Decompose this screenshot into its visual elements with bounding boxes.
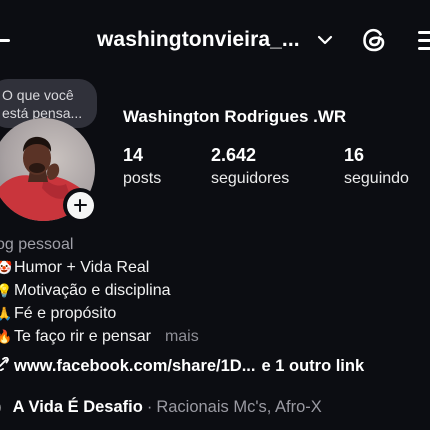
posts-count: 14 xyxy=(123,145,144,165)
bio-category: og pessoal xyxy=(0,236,74,253)
bio-line-text: Fé e propósito xyxy=(14,305,117,322)
following-count: 16 xyxy=(344,145,365,165)
bio-line: 🤡 Humor + Vida Real xyxy=(0,259,149,277)
profile-full-name: Washington Rodrigues .WR xyxy=(123,107,347,126)
lightbulb-emoji-icon: 💡 xyxy=(0,283,13,298)
plus-icon xyxy=(66,191,94,219)
bio-more-link[interactable]: mais xyxy=(165,328,199,345)
bio-line-text: Humor + Vida Real xyxy=(14,259,150,276)
stat-posts[interactable]: 14 posts xyxy=(123,145,161,188)
bio-line-text: Te faço rir e pensar xyxy=(14,328,151,345)
followers-count: 2.642 xyxy=(211,145,257,165)
bio-line-text: Motivação e disciplina xyxy=(14,282,171,299)
praying-hands-emoji-icon: 🙏 xyxy=(0,306,13,321)
bio-line: 🙏 Fé e propósito xyxy=(0,305,116,323)
fire-emoji-icon: 🔥 xyxy=(0,329,13,344)
profile-music-row[interactable]: ) A Vida É Desafio·Racionais Mc's, Afro-… xyxy=(0,398,322,417)
posts-label: posts xyxy=(123,170,162,187)
more-links-label[interactable]: e 1 outro link xyxy=(261,357,364,375)
followers-label: seguidores xyxy=(211,170,290,187)
link-url[interactable]: www.facebook.com/share/1D... xyxy=(14,357,255,375)
clown-emoji-icon: 🤡 xyxy=(0,260,13,275)
threads-icon[interactable] xyxy=(359,25,389,55)
back-arrow-icon[interactable] xyxy=(0,30,12,50)
profile-page: washingtonvieira_... O que você está pen… xyxy=(0,0,430,430)
add-story-button[interactable] xyxy=(63,188,97,222)
music-separator: · xyxy=(146,398,153,416)
profile-username[interactable]: washingtonvieira_... xyxy=(97,28,300,52)
link-icon xyxy=(0,357,9,371)
chevron-down-icon[interactable] xyxy=(316,31,334,49)
stat-following[interactable]: 16 seguindo xyxy=(344,145,409,188)
note-text-line1: O que você xyxy=(2,87,74,103)
following-label: seguindo xyxy=(344,170,409,187)
bio-line: 🔥 Te faço rir e pensar mais xyxy=(0,328,199,346)
song-title: A Vida É Desafio xyxy=(12,398,143,416)
stat-followers[interactable]: 2.642 seguidores xyxy=(211,145,289,188)
bio-line: 💡 Motivação e disciplina xyxy=(0,282,171,300)
external-link-row[interactable]: www.facebook.com/share/1D... e 1 outro li… xyxy=(0,357,364,376)
song-artists: Racionais Mc's, Afro-X xyxy=(156,398,322,416)
music-note-icon: ) xyxy=(0,398,8,417)
menu-icon[interactable] xyxy=(418,29,430,51)
